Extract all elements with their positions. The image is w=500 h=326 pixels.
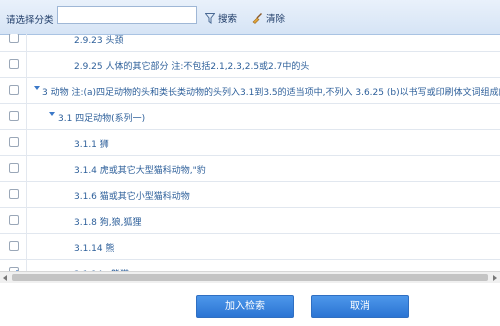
- tree-row[interactable]: 2.9.23 头颈: [0, 34, 500, 52]
- search-button[interactable]: 搜索: [205, 11, 237, 25]
- column-divider: [26, 234, 27, 260]
- tree-row-group[interactable]: 3.1 四足动物(系列一): [0, 104, 500, 130]
- column-divider: [26, 130, 27, 156]
- tree-row[interactable]: 3.1.8 狗,狼,狐狸: [0, 208, 500, 234]
- tree-row-label[interactable]: 3.1.4 虎或其它大型猫科动物,"豹: [74, 163, 206, 176]
- category-search-input[interactable]: [57, 6, 197, 24]
- column-divider: [26, 104, 27, 130]
- category-tree-grid: 2.9.23 头颈 2.9.25 人体的其它部分 注:不包括2.1,2.3,2.5…: [0, 34, 500, 271]
- broom-icon: [252, 12, 262, 24]
- tree-row[interactable]: 3.1.14 熊: [0, 234, 500, 260]
- dialog-footer: 加入检索 取消: [0, 283, 500, 326]
- tree-row-label[interactable]: 3.1.1 狮: [74, 137, 109, 150]
- tree-row-label[interactable]: 2.9.25 人体的其它部分 注:不包括2.1,2.3,2.5或2.7中的头: [74, 59, 309, 72]
- tree-row[interactable]: 3.1.14a 熊猫: [0, 260, 500, 271]
- row-checkbox[interactable]: [9, 59, 19, 69]
- toolbar: 请选择分类 搜索 清除: [0, 0, 500, 35]
- scrollbar-thumb[interactable]: [12, 274, 488, 281]
- tree-row-label[interactable]: 3.1.6 猫或其它小型猫科动物: [74, 189, 190, 202]
- add-to-search-button[interactable]: 加入检索: [196, 295, 294, 318]
- row-checkbox[interactable]: [9, 189, 19, 199]
- scroll-right-arrow-icon[interactable]: [493, 275, 497, 281]
- clear-button-label: 清除: [266, 14, 286, 25]
- cancel-button[interactable]: 取消: [311, 295, 409, 318]
- row-checkbox[interactable]: [9, 241, 19, 251]
- row-checkbox[interactable]: [9, 34, 19, 43]
- row-checkbox[interactable]: [9, 137, 19, 147]
- column-divider: [26, 156, 27, 182]
- column-divider: [26, 260, 27, 271]
- row-checkbox[interactable]: [9, 111, 19, 121]
- row-checkbox[interactable]: [9, 215, 19, 225]
- tree-row-label[interactable]: 3 动物 注:(a)四足动物的头和类长类动物的头列入3.1到3.5的适当项中,不…: [42, 85, 500, 98]
- tree-row-label[interactable]: 3.1.8 狗,狼,狐狸: [74, 215, 141, 228]
- tree-row-group[interactable]: 3 动物 注:(a)四足动物的头和类长类动物的头列入3.1到3.5的适当项中,不…: [0, 78, 500, 104]
- column-divider: [26, 182, 27, 208]
- clear-button[interactable]: 清除: [252, 11, 285, 25]
- category-label: 请选择分类: [6, 15, 54, 26]
- expand-arrow-icon[interactable]: [49, 112, 55, 116]
- search-button-label: 搜索: [218, 14, 238, 25]
- row-checkbox[interactable]: [9, 163, 19, 173]
- column-divider: [26, 34, 27, 52]
- row-checkbox[interactable]: [9, 85, 19, 95]
- tree-row-label[interactable]: 3.1 四足动物(系列一): [58, 111, 145, 124]
- tree-row-label[interactable]: 2.9.23 头颈: [74, 34, 124, 46]
- filter-icon: [205, 12, 215, 24]
- column-divider: [26, 78, 27, 104]
- tree-row[interactable]: 3.1.6 猫或其它小型猫科动物: [0, 182, 500, 208]
- scroll-left-arrow-icon[interactable]: [3, 275, 7, 281]
- tree-row[interactable]: 3.1.1 狮: [0, 130, 500, 156]
- expand-arrow-icon[interactable]: [34, 86, 40, 90]
- tree-row[interactable]: 3.1.4 虎或其它大型猫科动物,"豹: [0, 156, 500, 182]
- column-divider: [26, 208, 27, 234]
- column-divider: [26, 52, 27, 78]
- tree-row-label[interactable]: 3.1.14 熊: [74, 241, 115, 254]
- tree-row[interactable]: 2.9.25 人体的其它部分 注:不包括2.1,2.3,2.5或2.7中的头: [0, 52, 500, 78]
